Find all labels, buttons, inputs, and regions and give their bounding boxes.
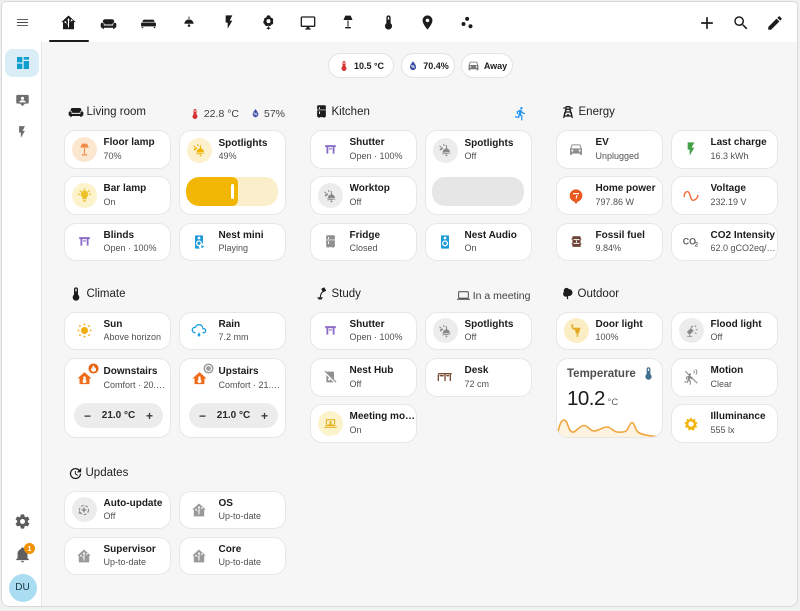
- svg-text:%: %: [254, 111, 258, 116]
- svg-text:%: %: [411, 64, 415, 69]
- svg-text:2: 2: [694, 243, 698, 249]
